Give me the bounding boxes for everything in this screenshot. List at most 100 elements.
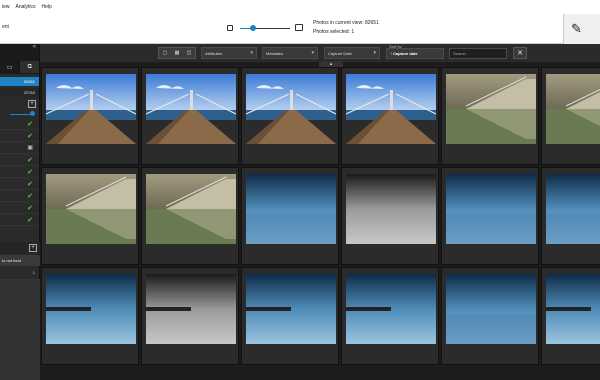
sidebar: « ▭ ⧉ 82651 20763 + ✔ ✔ ▣ ✔ ✔ ✔ ✔ ✔ ✔ + … [0,44,40,380]
photo-thumbnail-cell[interactable] [441,67,539,165]
grid-view-icon[interactable]: ▦ [171,48,183,58]
check-icon: ✔ [27,156,33,164]
collections-icon: ⧉ [27,63,32,70]
square-icon: ▣ [27,145,33,151]
clear-filters-button[interactable]: ✕ [513,47,527,59]
folders-icon: ▭ [6,64,13,71]
menu-analytics[interactable]: Analytics [16,4,36,10]
photo-image [446,174,536,244]
photo-thumbnail-cell[interactable] [441,267,539,365]
attributes-label: Attributes [205,50,222,56]
photo-image [546,174,600,244]
zoom-slider-thumb[interactable] [249,25,256,31]
filter-row[interactable]: ▣ [0,142,39,154]
photo-thumbnail-cell[interactable] [341,67,439,165]
sort-button[interactable]: ↑ Capture date [386,48,444,59]
photo-image [146,74,236,144]
check-icon: ✔ [27,120,33,128]
check-row[interactable]: ✔ [0,166,39,178]
not-found-item[interactable]: to not fond [0,255,40,266]
photo-image [546,274,600,344]
photo-image [146,274,236,344]
view-info: Photos in current view: 82651 Photos sel… [313,19,379,37]
photos-selected: Photos selected: 1 [313,29,355,35]
add-button[interactable]: + [28,99,36,108]
photo-thumbnail-cell[interactable] [241,67,339,165]
photo-grid: ▴ [40,62,600,380]
photo-thumbnail-cell[interactable] [541,167,600,265]
sidebar-header: « [0,44,39,61]
all-photos-count[interactable]: 82651 [0,77,39,86]
slider-thumb[interactable] [30,111,35,116]
attributes-dropdown[interactable]: Attributes ▾ [201,47,257,59]
zoom-control[interactable] [225,22,305,36]
sidebar-empty-area [0,279,40,380]
check-row[interactable]: ✔ [0,202,39,214]
menu-bar: iew Analytics Help [0,0,600,14]
photo-image [346,274,436,344]
compare-view-icon[interactable]: ◫ [183,48,195,58]
photo-image [446,74,536,144]
sidebar-tabs: ▭ ⧉ [0,61,39,74]
photo-thumbnail-cell[interactable] [141,67,239,165]
photo-image [246,174,336,244]
capture-date-label: Capture Date [328,50,352,56]
photo-thumbnail-cell[interactable] [341,267,439,365]
view-mode-group: ▢ ▦ ◫ [158,47,196,59]
photo-image [46,174,136,244]
tab-collections[interactable]: ⧉ [19,61,39,73]
check-icon: ✔ [27,204,33,212]
search-input[interactable]: Search [449,48,507,59]
filter-bar: ▢ ▦ ◫ Attributes ▾ Metadata ▾ Capture Date… [40,44,600,62]
check-row[interactable]: ✔ [0,130,39,142]
menu-help[interactable]: Help [42,4,52,10]
check-row[interactable]: ✔ [0,178,39,190]
photo-thumbnail-cell[interactable] [341,167,439,265]
photos-in-view: Photos in current view: 82651 [313,20,379,26]
photo-thumbnail-cell[interactable] [441,167,539,265]
slider-track [10,114,32,115]
photo-image [146,174,236,244]
photo-image [346,174,436,244]
edit-panel-button[interactable]: ✎ [563,14,600,44]
photo-thumbnail-cell[interactable] [541,67,600,165]
photo-thumbnail-cell[interactable] [41,167,139,265]
photo-image [246,74,336,144]
not-found-count: 1 [32,270,35,275]
photo-thumbnail-cell[interactable] [241,167,339,265]
collapse-sidebar-icon[interactable]: « [33,44,36,50]
photo-image [46,274,136,344]
photo-thumbnail-cell[interactable] [41,267,139,365]
metadata-dropdown[interactable]: Metadata ▾ [262,47,318,59]
top-toolbar: ent Photos in current view: 82651 Photos… [0,14,600,44]
check-icon: ✔ [27,180,33,188]
photo-image [446,274,536,344]
photo-thumbnail-cell[interactable] [541,267,600,365]
second-count[interactable]: 20763 [0,88,39,97]
chevron-down-icon: ▾ [311,50,314,56]
photo-thumbnail-cell[interactable] [241,267,339,365]
tab-folders[interactable]: ▭ [0,61,20,73]
capture-date-dropdown[interactable]: Capture Date ▾ [324,47,380,59]
filter-slider[interactable] [0,110,39,118]
edit-list-icon: ✎ [571,21,582,36]
add-button[interactable]: + [29,244,37,252]
check-row[interactable]: ✔ [0,190,39,202]
check-row[interactable]: ✔ [0,214,39,226]
menu-view[interactable]: iew [2,4,10,10]
check-icon: ✔ [27,132,33,140]
check-row[interactable]: ✔ [0,118,39,130]
photo-thumbnail-cell[interactable] [41,67,139,165]
small-image-icon[interactable] [227,25,233,31]
photo-image [346,74,436,144]
photo-image [246,274,336,344]
check-row[interactable]: ✔ [0,154,39,166]
check-icon: ✔ [27,168,33,176]
large-image-icon[interactable] [295,24,303,31]
chevron-down-icon: ▾ [373,50,376,56]
photo-thumbnail-cell[interactable] [141,167,239,265]
photo-thumbnail-cell[interactable] [141,267,239,365]
chevron-down-icon: ▾ [250,50,253,56]
add-row-bottom: + [0,242,40,254]
single-view-icon[interactable]: ▢ [159,48,171,58]
